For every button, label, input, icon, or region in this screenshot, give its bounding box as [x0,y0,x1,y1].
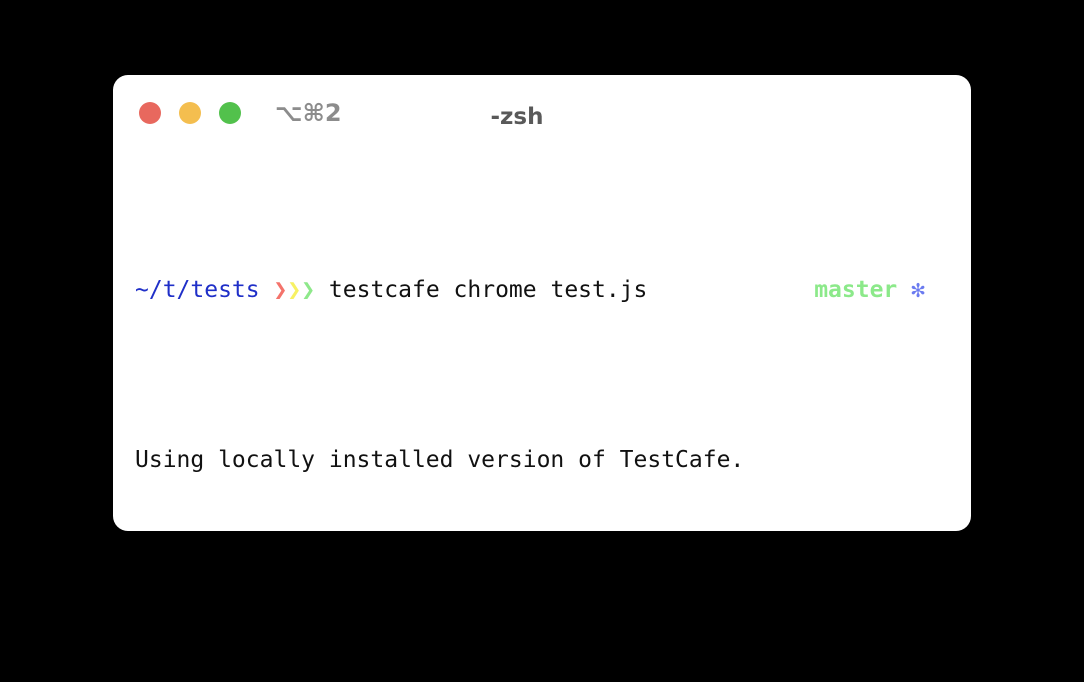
window-titlebar[interactable]: ⌥⌘2 -zsh [113,75,971,137]
window-title: -zsh [490,104,544,130]
prompt-command: testcafe chrome test.js [328,277,648,303]
prompt-space-1 [260,277,274,303]
terminal-window: ⌥⌘2 -zsh ~/t/tests ❯❯❯ testcafe chrome t… [113,75,971,531]
prompt-path: ~/t/tests [135,277,260,303]
prompt-space-2 [315,277,329,303]
prompt-chevron-2-icon: ❯ [287,277,302,303]
git-dirty-icon: ✻ [911,277,925,303]
git-status: master ✻ [814,273,925,307]
prompt-line: ~/t/tests ❯❯❯ testcafe chrome test.js mas… [121,273,971,307]
terminal-output-area[interactable]: ~/t/tests ❯❯❯ testcafe chrome test.js mas… [113,137,971,531]
using-version-text: Using locally installed version of TestC… [135,447,745,473]
output-line-version: Using locally installed version of TestC… [121,443,971,477]
prompt-chevron-3-icon: ❯ [301,277,316,303]
git-space [897,277,911,303]
screen-background: ⌥⌘2 -zsh ~/t/tests ❯❯❯ testcafe chrome t… [0,0,1084,682]
prompt-chevron-1-icon: ❯ [273,277,288,303]
git-branch-name: master [814,277,898,303]
